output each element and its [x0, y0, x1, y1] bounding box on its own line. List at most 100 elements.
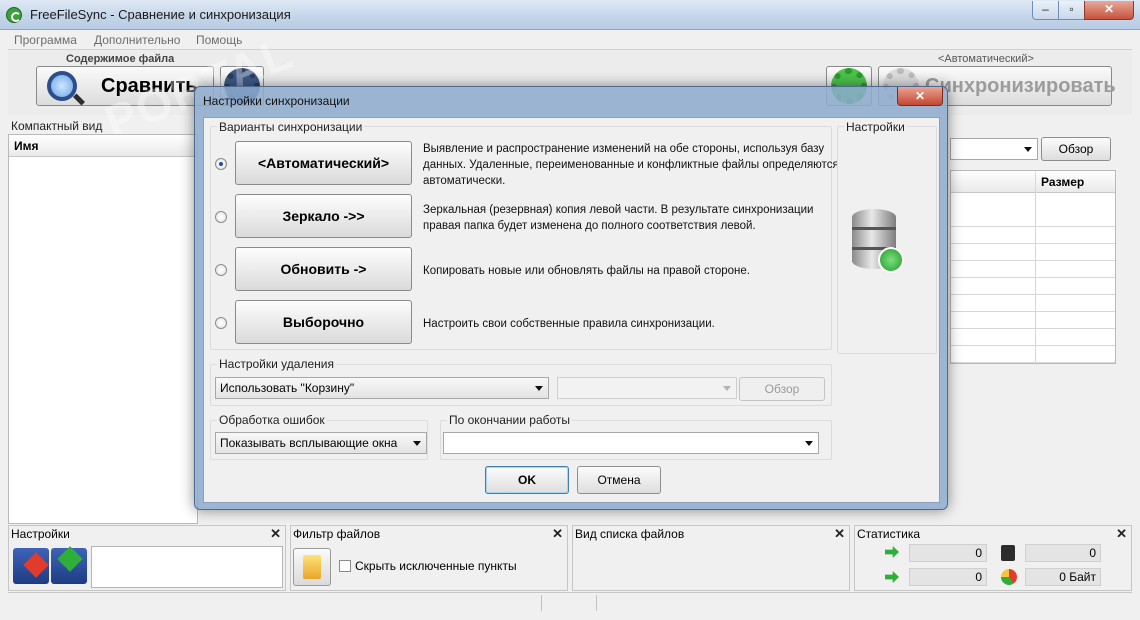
column-size-header[interactable]: Размер — [1041, 175, 1084, 189]
right-browse-button[interactable]: Обзор — [1041, 137, 1111, 161]
delete-icon — [1001, 545, 1015, 561]
chevron-down-icon — [805, 441, 813, 446]
arrow-icon — [57, 546, 83, 572]
stat-delete-count: 0 — [1025, 544, 1101, 562]
close-icon[interactable]: ✕ — [552, 526, 563, 542]
close-icon[interactable]: ✕ — [270, 526, 281, 542]
table-row — [951, 312, 1115, 329]
close-icon[interactable]: ✕ — [834, 526, 845, 542]
error-handling-value: Показывать всплывающие окна — [220, 436, 398, 450]
right-file-grid[interactable]: Размер — [950, 170, 1116, 365]
on-completion-title: По окончании работы — [447, 413, 573, 427]
deletion-mode-select[interactable]: Использовать "Корзину" — [215, 377, 549, 399]
freefilesync-icon — [6, 7, 22, 23]
deletion-mode-value: Использовать "Корзину" — [220, 381, 355, 395]
deletion-group-title: Настройки удаления — [217, 357, 336, 371]
config-list[interactable] — [91, 546, 283, 588]
chevron-down-icon — [1024, 147, 1032, 152]
table-row — [951, 227, 1115, 244]
variant-custom-button[interactable]: Выборочно — [235, 300, 412, 344]
file-view-dock: Вид списка файлов ✕ — [572, 525, 850, 591]
dialog-close-button[interactable]: ✕ — [897, 87, 943, 106]
deletion-group: Настройки удаления Использовать "Корзину… — [210, 357, 832, 406]
table-row — [951, 295, 1115, 312]
chevron-down-icon — [535, 386, 543, 391]
variant-mirror-button[interactable]: Зеркало ->> — [235, 194, 412, 238]
minimize-button[interactable]: – — [1032, 1, 1059, 20]
left-file-grid[interactable]: Имя — [8, 134, 198, 524]
on-completion-group: По окончании работы — [440, 413, 832, 460]
close-button[interactable]: ✕ — [1084, 1, 1134, 20]
compact-view-label: Компактный вид — [11, 119, 103, 133]
on-completion-combo[interactable] — [443, 432, 819, 454]
sync-group-label: <Автоматический> — [938, 53, 1034, 65]
title-bar: FreeFileSync - Сравнение и синхронизация… — [0, 0, 1140, 30]
window-title: FreeFileSync - Сравнение и синхронизация — [30, 7, 291, 22]
versioning-folder-combo[interactable] — [557, 377, 737, 399]
file-view-dock-title: Вид списка файлов — [575, 527, 685, 541]
load-config-icon[interactable] — [13, 548, 49, 584]
hide-excluded-checkbox[interactable] — [339, 560, 351, 572]
table-row — [951, 329, 1115, 346]
variants-group: Варианты синхронизации <Автоматический> … — [210, 120, 839, 350]
synchronize-button-label: Синхронизировать — [925, 75, 1116, 97]
variants-group-title: Варианты синхронизации — [217, 120, 365, 134]
status-divider — [596, 595, 597, 611]
table-row — [951, 244, 1115, 261]
column-name-header[interactable]: Имя — [14, 139, 39, 153]
radio-custom[interactable] — [215, 317, 227, 329]
radio-mirror[interactable] — [215, 211, 227, 223]
statistics-dock-title: Статистика — [857, 527, 921, 541]
variant-custom-desc: Настроить свои собственные правила синхр… — [423, 318, 715, 330]
filter-dock-title: Фильтр файлов — [293, 527, 381, 541]
table-row — [951, 346, 1115, 363]
menu-bar: Программа Дополнительно Помощь — [8, 31, 1132, 49]
radio-automatic[interactable] — [215, 158, 227, 170]
variant-update-desc: Копировать новые или обновлять файлы на … — [423, 265, 750, 277]
maximize-button[interactable]: ▫ — [1058, 1, 1085, 20]
menu-program[interactable]: Программа — [14, 33, 77, 47]
settings-dock-title: Настройки — [11, 527, 70, 541]
table-row — [951, 261, 1115, 278]
right-grid-header: Размер — [951, 171, 1115, 193]
dialog-title: Настройки синхронизации — [203, 94, 350, 108]
deletion-browse-button[interactable]: Обзор — [739, 377, 825, 401]
database-sync-icon — [852, 209, 904, 277]
sync-settings-dialog: Настройки синхронизации ✕ Варианты синхр… — [194, 86, 948, 510]
status-divider — [541, 595, 542, 611]
variant-automatic-button[interactable]: <Автоматический> — [235, 141, 412, 185]
settings-group: Настройки — [837, 120, 937, 354]
data-pie-icon — [1001, 569, 1017, 585]
filter-button[interactable] — [293, 548, 331, 586]
compare-group-label: Содержимое файла — [66, 53, 175, 65]
error-handling-select[interactable]: Показывать всплывающие окна — [215, 432, 427, 454]
variant-mirror-desc: Зеркальная (резервная) копия левой части… — [423, 204, 814, 232]
status-bar — [8, 592, 1132, 614]
arrow-icon — [23, 552, 49, 578]
table-row — [951, 278, 1115, 295]
menu-advanced[interactable]: Дополнительно — [94, 33, 180, 47]
ok-button[interactable]: OK — [485, 466, 569, 494]
statistics-dock: Статистика ✕ 0 0 0 0 Байт — [854, 525, 1132, 591]
close-icon[interactable]: ✕ — [1116, 526, 1127, 542]
chevron-down-icon — [413, 441, 421, 446]
stat-update-count: 0 — [909, 568, 987, 586]
table-row — [951, 210, 1115, 227]
variant-update-button[interactable]: Обновить -> — [235, 247, 412, 291]
hide-excluded-label: Скрыть исключенные пункты — [355, 559, 517, 573]
cancel-button[interactable]: Отмена — [577, 466, 661, 494]
variant-automatic-desc: Выявление и распространение изменений на… — [423, 143, 839, 187]
stat-data-size: 0 Байт — [1025, 568, 1101, 586]
stat-create-count: 0 — [909, 544, 987, 562]
left-grid-header: Имя — [9, 135, 197, 157]
filter-icon — [303, 555, 321, 579]
filter-dock: Фильтр файлов ✕ Скрыть исключенные пункт… — [290, 525, 568, 591]
right-folder-combo[interactable] — [950, 138, 1038, 160]
chevron-down-icon — [723, 386, 731, 391]
dialog-body: Варианты синхронизации <Автоматический> … — [203, 117, 940, 503]
settings-group-title: Настройки — [844, 120, 907, 134]
settings-dock: Настройки ✕ — [8, 525, 286, 591]
radio-update[interactable] — [215, 264, 227, 276]
save-config-icon[interactable] — [51, 546, 87, 584]
error-handling-group: Обработка ошибок Показывать всплывающие … — [210, 413, 428, 460]
